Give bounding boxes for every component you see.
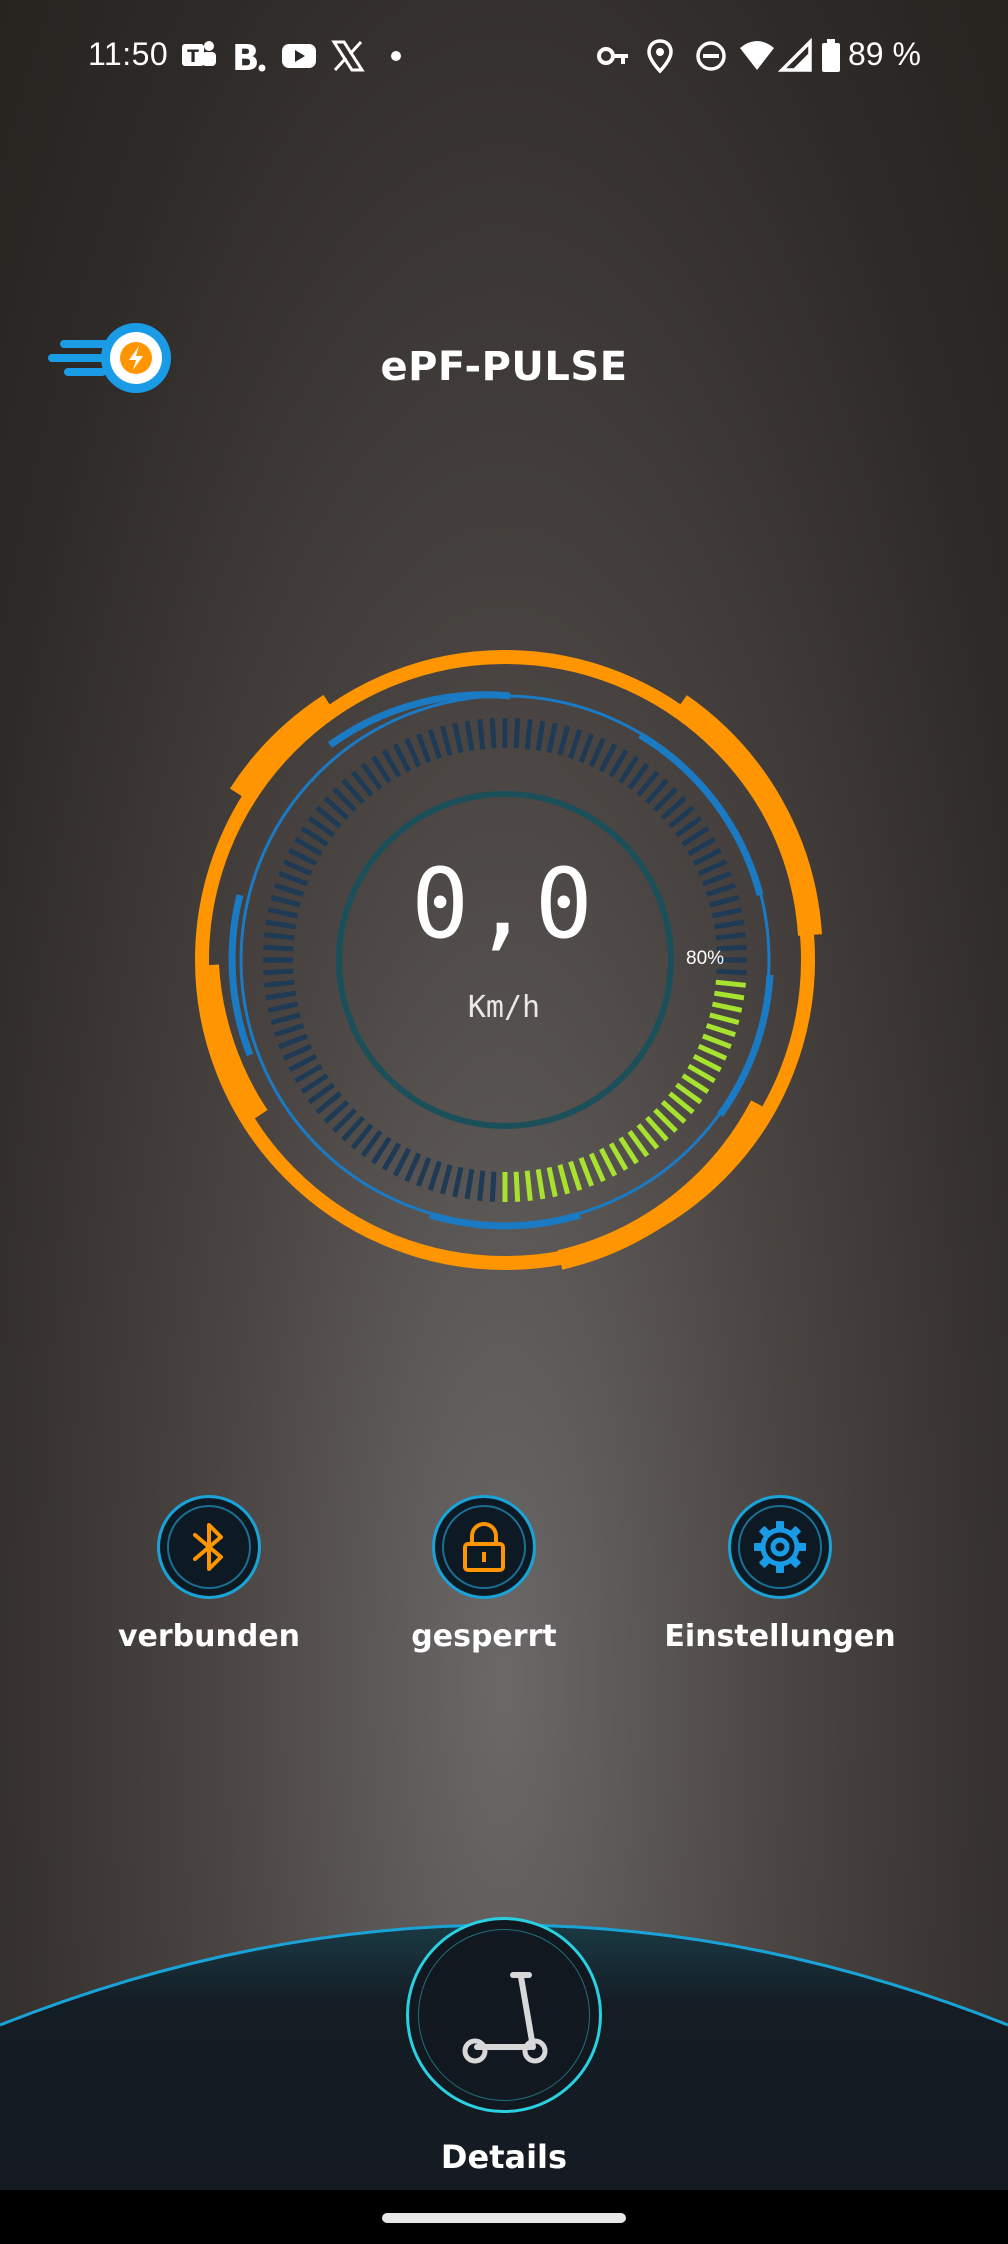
settings-button[interactable]: Einstellungen bbox=[660, 1495, 900, 1654]
x-icon bbox=[331, 40, 365, 72]
bluetooth-icon bbox=[193, 1523, 223, 1571]
home-indicator[interactable] bbox=[382, 2213, 626, 2223]
battery-icon bbox=[822, 39, 840, 72]
battery-tick bbox=[598, 743, 618, 773]
battery-tick-active bbox=[557, 1164, 571, 1195]
settings-label: Einstellungen bbox=[664, 1619, 896, 1654]
battery-tick bbox=[274, 1023, 305, 1038]
booking-icon: B bbox=[232, 38, 266, 74]
battery-tick bbox=[439, 1164, 453, 1195]
battery-tick-active bbox=[524, 1170, 533, 1201]
dot-icon bbox=[391, 51, 401, 61]
speed-unit: Km/h bbox=[467, 990, 541, 1025]
battery-tick bbox=[381, 1142, 402, 1171]
speed-gauge bbox=[195, 650, 822, 1270]
lock-button-circle[interactable] bbox=[432, 1495, 536, 1599]
details-button-inner[interactable] bbox=[418, 1929, 590, 2101]
battery-tick-active bbox=[578, 1157, 595, 1187]
bluetooth-label: verbunden bbox=[117, 1619, 301, 1654]
battery-percent: 89 % bbox=[848, 36, 921, 72]
battery-tick bbox=[439, 725, 453, 756]
battery-tick-active bbox=[598, 1147, 618, 1177]
battery-tick bbox=[464, 720, 475, 751]
bluetooth-button[interactable]: verbunden bbox=[89, 1495, 329, 1654]
app-title: ePF-PULSE bbox=[380, 344, 628, 390]
battery-tick bbox=[392, 743, 412, 773]
battery-tick bbox=[404, 1152, 422, 1183]
battery-tick bbox=[568, 729, 583, 760]
battery-tick-active bbox=[588, 1152, 606, 1183]
battery-tick bbox=[489, 718, 497, 749]
battery-tick bbox=[608, 749, 629, 778]
scooter-icon bbox=[462, 1972, 548, 2064]
youtube-icon bbox=[282, 44, 316, 68]
battery-tick bbox=[427, 1160, 442, 1191]
battery-ticks bbox=[263, 718, 747, 1202]
battery-tick bbox=[477, 1170, 486, 1201]
battery-tick bbox=[415, 1157, 432, 1187]
signal-icon bbox=[778, 38, 812, 72]
gauge-inner-ring bbox=[336, 791, 674, 1129]
battery-tick-active bbox=[697, 1043, 728, 1061]
bluetooth-button-circle[interactable] bbox=[157, 1495, 261, 1599]
battery-tick bbox=[415, 733, 432, 763]
battery-tick bbox=[524, 719, 533, 750]
battery-tick bbox=[392, 1147, 412, 1177]
battery-tick bbox=[546, 722, 558, 754]
battery-tick-active bbox=[546, 1166, 558, 1198]
lock-button[interactable]: gesperrt bbox=[364, 1495, 604, 1654]
speed-value: 0,0 bbox=[411, 848, 597, 960]
lock-label: gesperrt bbox=[411, 1619, 557, 1654]
battery-tick bbox=[535, 720, 546, 751]
battery-tick bbox=[294, 1063, 323, 1084]
battery-tick-active bbox=[535, 1169, 546, 1200]
battery-tick bbox=[464, 1169, 475, 1200]
battery-tick bbox=[282, 1043, 313, 1061]
battery-tick bbox=[264, 979, 295, 988]
battery-tick-active bbox=[705, 1023, 736, 1038]
battery-tick bbox=[716, 968, 747, 976]
battery-tick bbox=[381, 749, 402, 778]
battery-tick bbox=[489, 1171, 497, 1202]
dnd-icon bbox=[696, 41, 726, 71]
lock-icon bbox=[463, 1522, 505, 1572]
gauge-blue-ring-accent bbox=[429, 1211, 581, 1230]
battery-tick bbox=[513, 718, 521, 749]
teams-icon: T bbox=[182, 41, 216, 67]
status-bar: 11:50 T B 89 % bbox=[0, 0, 1008, 115]
battery-tick bbox=[557, 725, 571, 756]
battery-tick-active bbox=[702, 1033, 732, 1050]
settings-button-circle[interactable] bbox=[728, 1495, 832, 1599]
svg-text:T: T bbox=[187, 47, 199, 67]
details-label: Details bbox=[440, 2138, 568, 2176]
battery-tick bbox=[404, 737, 422, 768]
battery-tick bbox=[452, 722, 464, 754]
battery-tick bbox=[578, 733, 595, 763]
battery-tick-active bbox=[513, 1171, 521, 1202]
battery-tick bbox=[427, 729, 442, 760]
location-icon bbox=[647, 39, 673, 74]
battery-tick bbox=[278, 1033, 308, 1050]
wifi-icon bbox=[740, 41, 774, 70]
battery-tick bbox=[588, 737, 606, 768]
svg-text:B: B bbox=[232, 38, 259, 74]
status-time: 11:50 bbox=[88, 36, 169, 72]
battery-tick bbox=[452, 1166, 464, 1198]
battery-tick bbox=[263, 968, 294, 976]
battery-tick-active bbox=[608, 1142, 629, 1171]
battery-tick bbox=[477, 719, 486, 750]
battery-tick-active bbox=[692, 1053, 722, 1073]
battery-tick-active bbox=[687, 1063, 716, 1084]
gear-icon bbox=[754, 1521, 806, 1573]
vpn-key-icon bbox=[597, 47, 628, 65]
battery-tick-active bbox=[568, 1160, 583, 1191]
details-button[interactable] bbox=[406, 1917, 602, 2113]
battery-level-label: 80% bbox=[686, 948, 725, 969]
battery-tick-active bbox=[715, 979, 746, 988]
header: ePF-PULSE bbox=[0, 320, 1008, 420]
battery-tick bbox=[288, 1053, 318, 1073]
gauge-outer-ring-accent bbox=[229, 694, 337, 802]
